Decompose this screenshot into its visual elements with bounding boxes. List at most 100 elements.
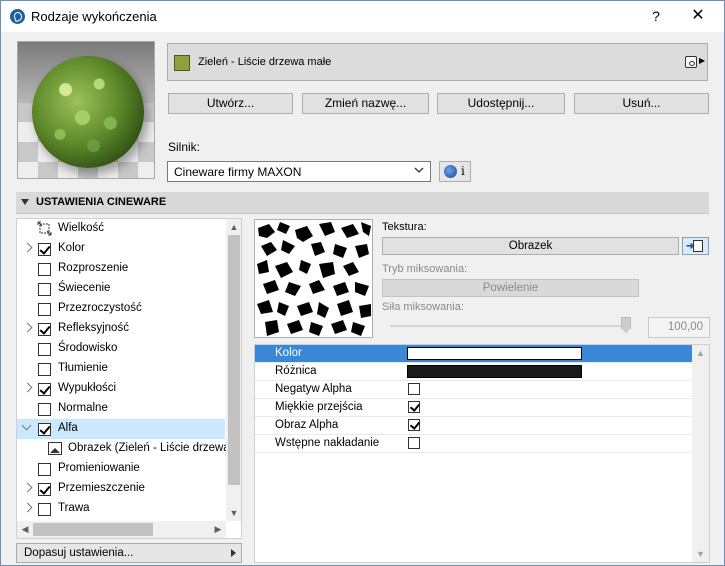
tree-item[interactable]: Wypukłości — [17, 379, 225, 399]
chevron-right-icon[interactable] — [22, 322, 33, 333]
property-row[interactable]: Kolor — [255, 345, 692, 363]
scroll-up-icon[interactable]: ▲ — [692, 345, 709, 361]
tree-item-checkbox[interactable] — [38, 383, 51, 396]
engine-label: Silnik: — [168, 140, 201, 154]
tree-item-checkbox[interactable] — [38, 403, 51, 416]
tree-item-label: Wypukłości — [58, 382, 117, 394]
tree-item-label: Tłumienie — [58, 362, 108, 374]
properties-panel: Kolor Różnica Negatyw Alpha Miękkie przejśc… — [254, 344, 710, 563]
tree-item-label: Przezroczystość — [58, 302, 142, 314]
tree-item-checkbox[interactable] — [38, 243, 51, 256]
cineware-section-header[interactable]: USTAWIENIA CINEWARE — [16, 192, 709, 214]
tree-item[interactable]: Alfa — [17, 419, 225, 439]
scroll-thumb-horizontal[interactable] — [33, 523, 153, 536]
mix-mode-button[interactable]: Powielenie — [382, 279, 639, 297]
tree-item[interactable]: Środowisko — [17, 339, 225, 359]
tree-item-label: Przemieszczenie — [58, 482, 145, 494]
cinema4d-icon — [444, 165, 457, 178]
tree-item-checkbox[interactable] — [38, 363, 51, 376]
section-collapse-icon — [21, 199, 29, 205]
scroll-down-icon[interactable]: ▼ — [226, 505, 241, 521]
tree-item-checkbox[interactable] — [38, 303, 51, 316]
tree-item[interactable]: Normalne — [17, 399, 225, 419]
delete-button[interactable]: Usuń... — [574, 93, 709, 114]
scroll-up-icon[interactable]: ▲ — [226, 219, 241, 235]
tree-item-checkbox[interactable] — [38, 503, 51, 516]
engine-info-button[interactable]: i — [439, 161, 471, 182]
tree-item-label: Środowisko — [58, 342, 118, 354]
create-button[interactable]: Utwórz... — [168, 93, 293, 114]
mix-strength-slider-track[interactable] — [390, 325, 630, 327]
property-checkbox[interactable] — [408, 437, 420, 449]
tree-item[interactable]: Promieniowanie — [17, 459, 225, 479]
property-checkbox[interactable] — [408, 419, 420, 431]
property-checkbox[interactable] — [408, 401, 420, 413]
tree-item-checkbox[interactable] — [38, 323, 51, 336]
tree-item-checkbox[interactable] — [38, 263, 51, 276]
mix-strength-slider-thumb[interactable] — [621, 317, 631, 333]
tree-item-label: Normalne — [58, 402, 108, 414]
tree-item[interactable]: Tłumienie — [17, 359, 225, 379]
close-button[interactable]: ✕ — [681, 5, 715, 27]
tree-item-checkbox[interactable] — [38, 423, 51, 436]
mix-strength-field[interactable]: 100,00 — [648, 317, 710, 338]
channel-tree: Wielkość Kolor Rozproszenie Świecenie Przezr… — [16, 218, 242, 539]
adjust-settings-button[interactable]: Dopasuj ustawienia... — [16, 543, 242, 563]
scroll-left-icon[interactable]: ◀ — [17, 521, 33, 538]
tree-item[interactable]: Przemieszczenie — [17, 479, 225, 499]
tree-item[interactable]: Wielkość — [17, 219, 225, 239]
tree-item-checkbox[interactable] — [38, 463, 51, 476]
chevron-right-icon[interactable] — [22, 502, 33, 513]
tree-item[interactable]: Obrazek (Zieleń - Liście drzewa — [17, 439, 230, 459]
property-row[interactable]: Miękkie przejścia — [255, 399, 692, 417]
tree-item-checkbox[interactable] — [38, 483, 51, 496]
size-icon — [37, 221, 52, 236]
chevron-right-icon: ▶ — [699, 56, 706, 65]
engine-select[interactable]: Cineware firmy MAXON — [167, 161, 431, 182]
archicad-icon — [10, 9, 25, 24]
tree-item[interactable]: Przezroczystość — [17, 299, 225, 319]
property-checkbox[interactable] — [408, 383, 420, 395]
section-title: USTAWIENIA CINEWARE — [36, 196, 167, 208]
texture-label: Tekstura: — [382, 221, 427, 233]
share-button[interactable]: Udostępnij... — [437, 93, 565, 114]
chevron-right-icon[interactable] — [22, 242, 33, 253]
adjust-settings-label: Dopasuj ustawienia... — [24, 547, 134, 559]
texture-button[interactable]: Obrazek — [382, 237, 679, 255]
tree-item-checkbox[interactable] — [38, 343, 51, 356]
scroll-right-icon[interactable]: ▶ — [210, 521, 226, 538]
property-row[interactable]: Obraz Alpha — [255, 417, 692, 435]
tree-item[interactable]: Świecenie — [17, 279, 225, 299]
engine-value: Cineware firmy MAXON — [174, 165, 302, 179]
tree-item-label: Promieniowanie — [58, 462, 140, 474]
property-label: Różnica — [275, 365, 317, 377]
tree-item[interactable]: Rozproszenie — [17, 259, 225, 279]
tree-item[interactable]: Kolor — [17, 239, 225, 259]
property-row[interactable]: Negatyw Alpha — [255, 381, 692, 399]
tree-vertical-scrollbar[interactable]: ▲ ▼ — [226, 219, 241, 521]
color-swatch[interactable] — [407, 365, 582, 378]
properties-vertical-scrollbar[interactable]: ▲ ▼ — [692, 345, 709, 562]
property-row[interactable]: Różnica — [255, 363, 692, 381]
tree-item[interactable]: Refleksyjność — [17, 319, 225, 339]
tree-horizontal-scrollbar[interactable]: ◀ ▶ — [17, 521, 226, 538]
tree-item[interactable]: Trawa — [17, 499, 225, 519]
tree-item-checkbox[interactable] — [38, 283, 51, 296]
tree-item-label: Alfa — [58, 422, 78, 434]
material-library-icon[interactable] — [685, 56, 697, 68]
tree-item-label: Kolor — [58, 242, 85, 254]
load-texture-button[interactable]: ➜ — [682, 237, 709, 255]
chevron-right-icon[interactable] — [22, 482, 33, 493]
scroll-down-icon[interactable]: ▼ — [692, 546, 709, 562]
property-row[interactable]: Wstępne nakładanie — [255, 435, 692, 453]
chevron-down-icon[interactable] — [21, 420, 32, 431]
color-swatch[interactable] — [407, 347, 582, 360]
chevron-right-icon[interactable] — [22, 382, 33, 393]
info-icon: i — [461, 164, 465, 178]
rename-button[interactable]: Zmień nazwę... — [302, 93, 429, 114]
tree-item-label: Wielkość — [58, 222, 105, 234]
material-selector[interactable]: Zieleń - Liście drzewa małe ▶ — [167, 43, 708, 81]
help-button[interactable]: ? — [641, 5, 671, 27]
scroll-thumb[interactable] — [228, 235, 240, 485]
mix-strength-label: Siła miksowania: — [382, 301, 464, 313]
